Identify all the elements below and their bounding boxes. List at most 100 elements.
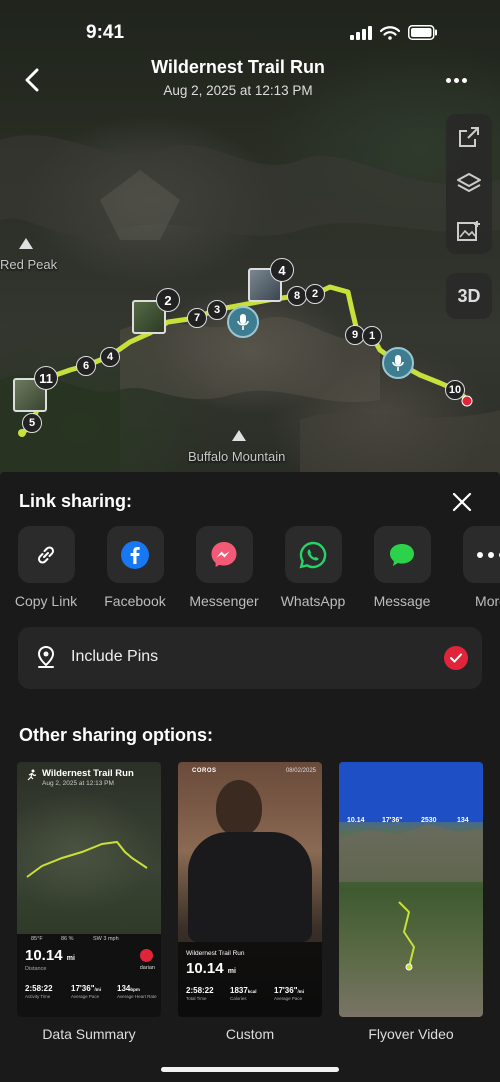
summary-distance: 10.14 mi (25, 947, 75, 964)
custom-pace-unit: /mi (297, 989, 305, 994)
runner-photo-body (188, 832, 312, 942)
link-icon (37, 545, 55, 564)
facebook-button[interactable]: Facebook (90, 526, 180, 609)
summary-pace-unit: /mi (94, 987, 102, 992)
custom-calories-label: Calories (230, 996, 247, 1001)
include-pins-row[interactable]: Include Pins (18, 627, 482, 689)
whatsapp-icon (299, 541, 327, 568)
custom-date: 08/02/2025 (285, 768, 316, 774)
share-targets-row[interactable]: Copy Link Facebook Messenger WhatsApp Me… (0, 526, 500, 616)
route-marker[interactable]: 8 (287, 286, 307, 306)
other-sharing-title: Other sharing options: (19, 725, 214, 745)
route-marker[interactable]: 1 (362, 326, 382, 346)
custom-brand: COROS (192, 768, 217, 774)
summary-distance-unit: mi (66, 955, 75, 962)
summary-hr: 134bpm (117, 984, 140, 993)
share-sheet: Link sharing: Copy Link Facebook Messeng… (0, 472, 500, 1082)
runner-icon (27, 769, 37, 781)
custom-time: 2:58:22 (186, 986, 214, 995)
custom-calories-unit: kcal (247, 989, 257, 994)
summary-title: Wildernest Trail Run (42, 768, 134, 779)
wifi-icon (380, 25, 400, 40)
include-pins-label: Include Pins (71, 648, 159, 665)
facebook-icon-box (106, 526, 164, 583)
data-summary-card[interactable]: Wildernest Trail Run Aug 2, 2025 at 12:1… (17, 762, 161, 1017)
route-marker[interactable]: 7 (187, 308, 207, 328)
share-label: Facebook (104, 593, 166, 609)
checkmark-icon (450, 653, 462, 663)
summary-hr-value: 134 (117, 984, 131, 993)
custom-calories-value: 1837 (230, 986, 248, 995)
more-share-button[interactable]: More (446, 526, 500, 609)
route-marker[interactable]: 10 (445, 380, 465, 400)
summary-distance-value: 10.14 (25, 947, 63, 964)
custom-card[interactable]: COROS 08/02/2025 Wildernest Trail Run 10… (178, 762, 322, 1017)
summary-date: Aug 2, 2025 at 12:13 PM (42, 780, 114, 787)
share-label: Message (373, 593, 431, 609)
route-marker[interactable]: 2 (156, 288, 180, 312)
message-icon (390, 543, 414, 566)
share-export-button[interactable] (454, 122, 484, 152)
share-export-icon (459, 127, 479, 148)
summary-user: darian (139, 965, 155, 971)
summary-weather-wind: SW 3 mph (93, 936, 119, 942)
messenger-icon (211, 541, 237, 567)
custom-pace-value: 17'36" (274, 986, 298, 995)
share-label: WhatsApp (280, 593, 346, 609)
route-marker[interactable]: 3 (207, 300, 227, 320)
copy-link-button[interactable]: Copy Link (1, 526, 91, 609)
summary-distance-label: Distance (25, 966, 47, 972)
summary-time: 2:58:22 (25, 984, 53, 993)
message-button[interactable]: Message (357, 526, 447, 609)
summary-weather-humidity: 86 % (61, 936, 74, 942)
add-photo-button[interactable] (454, 216, 484, 246)
custom-label: Custom (225, 1026, 275, 1042)
whatsapp-button[interactable]: WhatsApp (268, 526, 358, 609)
custom-pace-label: Average Pace (274, 996, 303, 1001)
custom-pace: 17'36"/mi (274, 986, 304, 995)
flyover-video-card[interactable]: 10.14 17'36" 2530 134 (339, 762, 483, 1017)
summary-hr-label: Average Heart Rate (117, 994, 157, 999)
summary-track-thumb (26, 840, 148, 878)
map-pin-icon (37, 645, 55, 668)
messenger-button[interactable]: Messenger (179, 526, 269, 609)
copy-link-icon-box (17, 526, 75, 583)
toggle-3d-button[interactable]: 3D (446, 273, 492, 319)
route-marker[interactable]: 5 (22, 413, 42, 433)
map-layers-button[interactable] (454, 169, 484, 199)
data-summary-label: Data Summary (42, 1026, 136, 1042)
add-photo-icon (457, 220, 480, 241)
custom-distance-unit: mi (227, 968, 236, 975)
route-marker[interactable]: 2 (305, 284, 325, 304)
route-marker[interactable]: 6 (76, 356, 96, 376)
include-pins-checkbox[interactable] (444, 646, 468, 670)
end-marker (461, 395, 473, 407)
share-label: More (475, 593, 500, 609)
more-dot (445, 77, 451, 83)
activity-date: Aug 2, 2025 at 12:13 PM (163, 83, 313, 98)
route-map[interactable]: Red Peak Buffalo Mountain 5 11 6 4 2 7 3 4 8 2 9 1 1… (0, 0, 500, 480)
message-icon-box (373, 526, 431, 583)
custom-calories: 1837kcal (230, 986, 257, 995)
more-dot (461, 77, 467, 83)
status-time: 9:41 (86, 22, 125, 43)
close-button[interactable] (450, 490, 474, 514)
whatsapp-icon-box (284, 526, 342, 583)
status-icons (350, 25, 438, 40)
more-dot (453, 77, 459, 83)
summary-hr-unit: bpm (130, 987, 140, 992)
voice-pin[interactable] (382, 347, 414, 379)
avatar (140, 949, 153, 962)
battery-icon (408, 25, 437, 40)
voice-pin[interactable] (227, 306, 259, 338)
route-marker[interactable]: 11 (34, 366, 58, 390)
share-label: Copy Link (14, 593, 78, 609)
summary-pace: 17'36"/mi (71, 984, 101, 993)
more-options-button[interactable] (442, 70, 470, 90)
home-indicator (161, 1067, 339, 1072)
layers-icon (457, 172, 481, 192)
summary-weather-temp: 85°F (31, 936, 43, 942)
route-marker[interactable]: 4 (100, 347, 120, 367)
route-marker[interactable]: 4 (270, 258, 294, 282)
more-icon-box (462, 526, 500, 583)
